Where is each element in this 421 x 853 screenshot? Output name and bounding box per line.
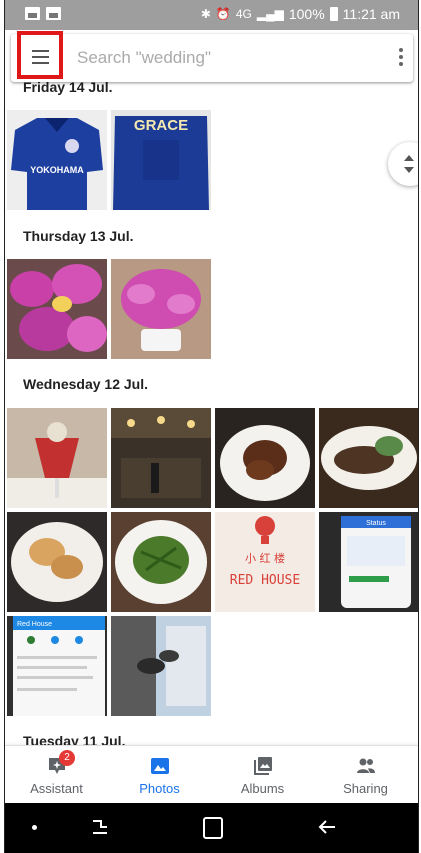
more-options-icon[interactable] xyxy=(397,48,405,70)
albums-icon xyxy=(254,757,272,775)
bluetooth-icon: ✱ xyxy=(200,7,211,21)
nav-sharing[interactable]: Sharing xyxy=(314,746,417,804)
nav-label-albums: Albums xyxy=(240,781,285,796)
app-header-text: Status xyxy=(366,520,386,527)
date-header-thursday: Thursday 13 Jul. xyxy=(23,228,134,244)
nav-assistant[interactable]: 2 Assistant xyxy=(5,746,108,804)
nav-label-photos: Photos xyxy=(139,781,180,796)
photo-phone-map[interactable]: Red House xyxy=(7,616,107,716)
nav-label-assistant: Assistant xyxy=(30,781,83,796)
assistant-badge: 2 xyxy=(59,750,75,766)
search-input[interactable] xyxy=(77,46,367,70)
status-indicators: ✱ ⏰ 4G ▂▄▆ 100% 11:21 am xyxy=(201,6,400,22)
battery-percent: 100% xyxy=(288,6,325,22)
bottom-navigation: 2 Assistant Photos Albums Sharing xyxy=(5,745,418,804)
nav-label-sharing: Sharing xyxy=(343,781,388,796)
photo-fish-dish[interactable] xyxy=(319,408,418,508)
photo-green-beans[interactable] xyxy=(111,512,211,612)
photo-orchid-pot[interactable] xyxy=(111,259,211,359)
shirt-sponsor-text: YOKOHAMA xyxy=(30,165,84,175)
photos-icon xyxy=(151,758,169,774)
photo-rotated-building[interactable] xyxy=(111,616,211,716)
menu-button[interactable] xyxy=(17,31,63,79)
search-bar xyxy=(11,31,413,82)
network-type-icon: 4G xyxy=(235,7,252,21)
alarm-icon: ⏰ xyxy=(215,7,231,21)
recent-apps-icon[interactable] xyxy=(90,816,110,838)
notification-icons xyxy=(25,7,61,20)
nav-photos[interactable]: Photos xyxy=(108,746,211,804)
restaurant-chinese-text: 小 红 楼 xyxy=(245,551,285,565)
photo-phone-app[interactable]: Status xyxy=(319,512,418,612)
photo-cocktail[interactable] xyxy=(7,408,107,508)
shirt-name-text: GRACE xyxy=(134,117,188,134)
home-button-icon[interactable] xyxy=(203,817,223,839)
app-frame: Friday 14 Jul. YOKOHAMA GRACE Thursday 1… xyxy=(4,0,419,853)
nav-dot-icon[interactable] xyxy=(32,825,37,830)
phone-header-text: Red House xyxy=(17,621,52,628)
photo-duck-dish[interactable] xyxy=(215,408,315,508)
scroll-down-arrow-icon xyxy=(404,167,414,173)
battery-icon xyxy=(329,7,338,21)
restaurant-english-text: RED HOUSE xyxy=(230,573,300,588)
screenshot-notification-icon xyxy=(46,7,61,20)
photo-chelsea-shirt-front[interactable]: YOKOHAMA xyxy=(7,110,107,210)
photo-fried-chicken[interactable] xyxy=(7,512,107,612)
photo-chelsea-shirt-back[interactable]: GRACE xyxy=(111,110,211,210)
nav-albums[interactable]: Albums xyxy=(211,746,314,804)
back-button-icon[interactable] xyxy=(317,818,337,836)
date-header-wednesday: Wednesday 12 Jul. xyxy=(23,376,149,392)
scroll-up-arrow-icon xyxy=(404,155,414,161)
gallery-notification-icon xyxy=(25,7,40,20)
photo-restaurant-interior[interactable] xyxy=(111,408,211,508)
clock: 11:21 am xyxy=(342,6,400,22)
photo-orchids-closeup[interactable] xyxy=(7,259,107,359)
photo-red-house-bag[interactable]: 小 红 楼 RED HOUSE xyxy=(215,512,315,612)
fast-scroll-handle[interactable] xyxy=(388,142,418,186)
signal-icon: ▂▄▆ xyxy=(256,7,284,21)
system-navigation-bar xyxy=(5,803,418,853)
sharing-icon xyxy=(357,758,375,773)
status-bar: ✱ ⏰ 4G ▂▄▆ 100% 11:21 am xyxy=(5,0,418,30)
